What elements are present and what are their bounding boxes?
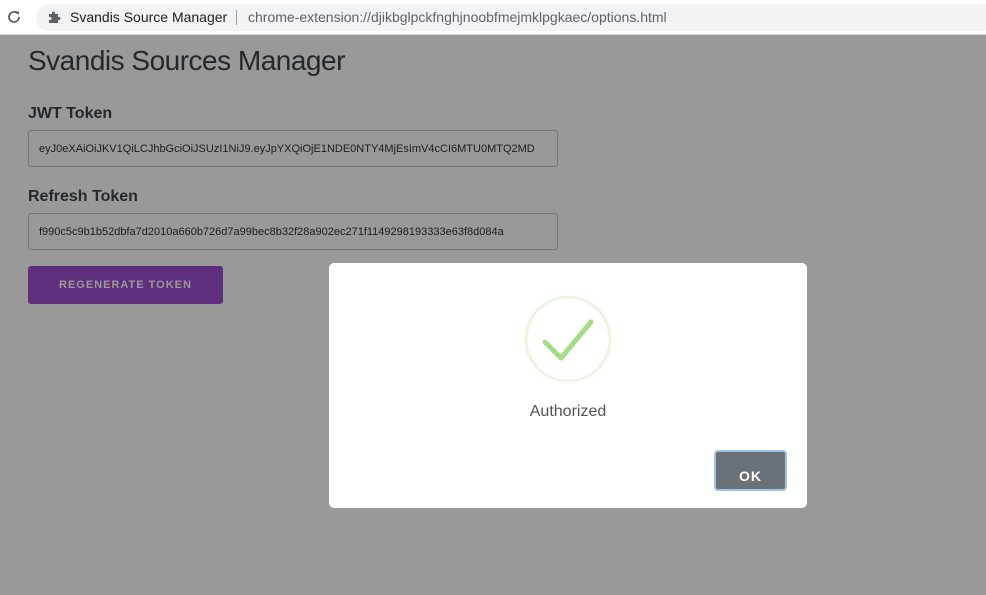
site-name: Svandis Source Manager [70,9,228,25]
success-checkmark-icon [524,295,612,383]
dialog-message: Authorized [529,403,607,420]
reload-icon[interactable] [6,9,22,25]
omnibox-separator [236,10,237,25]
browser-toolbar: Svandis Source Manager chrome-extension:… [0,0,986,35]
puzzle-piece-icon [49,11,61,23]
address-bar[interactable]: Svandis Source Manager chrome-extension:… [36,4,986,31]
success-dialog: Authorized OK [329,263,807,508]
ok-button[interactable]: OK [714,450,787,491]
url-text[interactable]: chrome-extension://djikbglpckfnghjnoobfm… [248,9,667,25]
